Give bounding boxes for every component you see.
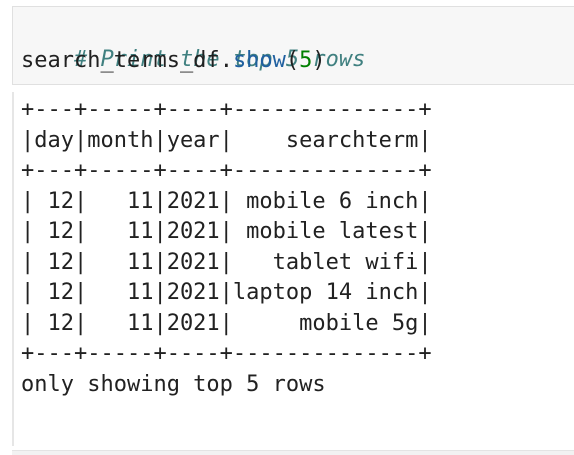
code-dot: .: [219, 48, 233, 73]
code-cell[interactable]: # Print the top 5 rows search_terms_df.s…: [12, 6, 574, 85]
code-object: search_terms_df: [21, 48, 220, 73]
code-open-paren: (: [285, 48, 300, 73]
output-footer: only showing top 5 rows: [21, 371, 326, 397]
output-text: +---+-----+----+--------------+ |day|mont…: [21, 95, 432, 400]
table-row: | 12| 11|2021| mobile 6 inch|: [21, 188, 432, 214]
table-row: | 12| 11|2021| mobile 5g|: [21, 310, 432, 336]
output-rail: [12, 92, 14, 446]
next-cell-edge: [12, 450, 574, 455]
cell-output: +---+-----+----+--------------+ |day|mont…: [12, 92, 574, 446]
table-row: | 12| 11|2021|laptop 14 inch|: [21, 280, 432, 305]
table-header: |day|month|year| searchterm|: [21, 127, 432, 153]
table-border-mid: +---+-----+----+--------------+: [21, 158, 432, 183]
code-statement-line: search_terms_df.show(5): [21, 46, 326, 76]
table-border-top: +---+-----+----+--------------+: [21, 97, 432, 122]
code-method: show: [232, 48, 286, 73]
code-close-paren: ): [312, 48, 326, 73]
table-row: | 12| 11|2021| mobile latest|: [21, 219, 432, 244]
table-row: | 12| 11|2021| tablet wifi|: [21, 249, 432, 275]
table-border-bottom: +---+-----+----+--------------+: [21, 341, 432, 366]
code-argument: 5: [299, 48, 313, 73]
